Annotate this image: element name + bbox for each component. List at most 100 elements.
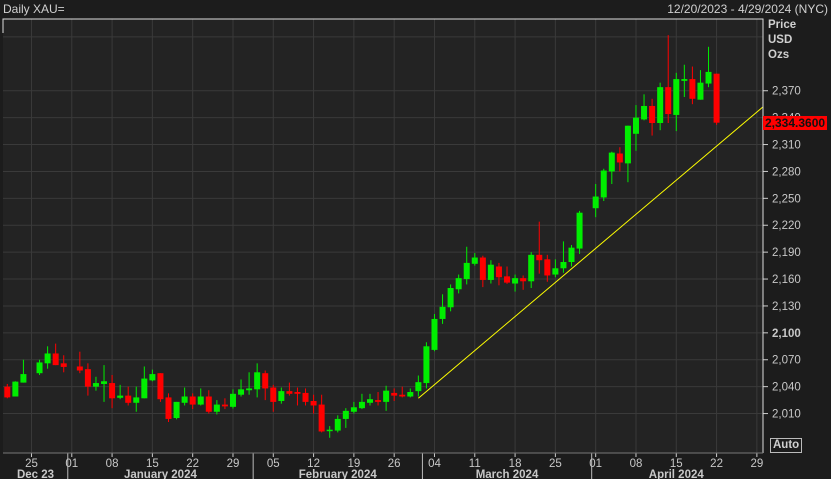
- candle-body: [52, 353, 59, 366]
- candle-body: [20, 374, 27, 383]
- candle-body: [415, 382, 422, 392]
- candle-body: [197, 396, 204, 405]
- candle-body: [36, 362, 43, 374]
- candle-body: [544, 259, 551, 276]
- candle-body: [536, 254, 543, 261]
- candle-body: [391, 392, 398, 396]
- candle-body: [504, 276, 511, 283]
- candle-body: [616, 153, 623, 163]
- candle-body: [358, 401, 365, 409]
- candle-body: [479, 257, 486, 280]
- month-label: March 2024: [476, 469, 539, 479]
- candle-body: [641, 105, 648, 120]
- candle-body: [101, 381, 108, 384]
- x-tick-label: 29: [227, 458, 240, 470]
- unit-label-currency: USD: [768, 34, 793, 46]
- candle-body: [109, 383, 116, 399]
- candle-body: [254, 372, 261, 390]
- x-tick-label: 08: [106, 458, 119, 470]
- candle-body: [528, 254, 535, 282]
- y-tick-label: 2,070: [772, 355, 801, 367]
- candle-body: [334, 418, 341, 431]
- candle-body: [632, 117, 639, 134]
- candle-body: [12, 381, 19, 397]
- candle-body: [318, 404, 325, 432]
- candle-body: [713, 73, 720, 123]
- y-tick-label: 2,100: [772, 328, 801, 340]
- candle-body: [189, 396, 196, 405]
- candlestick-chart[interactable]: 2,010 2,040 2,070 2,100 2,130 2,160 2,190 2,220…: [0, 0, 831, 479]
- candle-body: [4, 386, 11, 398]
- candle-body: [673, 79, 680, 115]
- candle-body: [149, 374, 156, 381]
- auto-scale-button[interactable]: Auto: [770, 438, 803, 453]
- candle-body: [367, 399, 373, 403]
- candle-body: [471, 257, 478, 264]
- candle-body: [560, 262, 567, 269]
- candle-body: [213, 404, 220, 412]
- y-tick-label: 2,130: [772, 301, 801, 313]
- candle-body: [681, 79, 688, 81]
- candle-body: [229, 393, 236, 407]
- candle-body: [286, 391, 293, 394]
- candle-body: [657, 87, 664, 124]
- candle[interactable]: [713, 73, 720, 125]
- month-label: February 2024: [299, 469, 378, 479]
- candle[interactable]: [423, 342, 430, 389]
- candle-body: [350, 407, 357, 412]
- candle[interactable]: [173, 401, 180, 420]
- candle-body: [221, 404, 228, 407]
- candle[interactable]: [431, 314, 438, 352]
- candle-body: [173, 401, 180, 419]
- candle[interactable]: [165, 393, 172, 422]
- candle-body: [447, 288, 454, 308]
- candle-body: [238, 389, 245, 395]
- candle-body: [697, 82, 704, 100]
- candle-body: [181, 396, 188, 403]
- candle[interactable]: [447, 284, 454, 312]
- candle-body: [568, 247, 575, 263]
- x-tick-label: 22: [710, 458, 723, 470]
- candle[interactable]: [157, 373, 164, 402]
- x-tick-label: 04: [428, 458, 441, 470]
- candle-body: [624, 125, 631, 164]
- candle-body: [665, 87, 672, 115]
- candle-body: [310, 400, 317, 406]
- candle-body: [592, 196, 599, 209]
- month-label: April 2024: [649, 469, 705, 479]
- candle-body: [649, 105, 656, 124]
- candle-body: [463, 262, 470, 280]
- candle-body: [407, 392, 414, 397]
- x-axis: 25 01 08 15 22 29 05 12 19 26 04 11 18 25 01 08 15 22 29De…: [17, 453, 763, 479]
- y-tick-label: 2,010: [772, 409, 801, 421]
- candle[interactable]: [12, 381, 19, 397]
- x-tick-label: 08: [630, 458, 643, 470]
- candle-body: [512, 278, 519, 284]
- candle[interactable]: [576, 210, 583, 254]
- y-tick-label: 2,250: [772, 193, 801, 205]
- candle[interactable]: [600, 168, 607, 202]
- y-tick-label: 2,280: [772, 166, 801, 178]
- y-tick-label: 2,370: [772, 86, 801, 98]
- candle-body: [84, 369, 91, 387]
- candle-body: [76, 366, 83, 371]
- month-label: Dec 23: [17, 469, 54, 479]
- candle-body: [60, 363, 67, 367]
- y-tick-label: 2,160: [772, 274, 801, 286]
- candle-body: [431, 318, 438, 350]
- y-axis: 2,010 2,040 2,070 2,100 2,130 2,160 2,190 2,220…: [763, 86, 801, 421]
- candle-body: [92, 383, 99, 387]
- unit-label-price: Price: [768, 19, 797, 31]
- candle-body: [262, 373, 269, 389]
- month-label: January 2024: [124, 469, 197, 479]
- y-tick-label: 2,040: [772, 382, 801, 394]
- candle-body: [375, 400, 382, 402]
- candle-body: [141, 378, 148, 399]
- candle-body: [705, 71, 712, 84]
- candle-body: [495, 266, 502, 278]
- candle-body: [326, 429, 333, 432]
- x-tick-label: 26: [388, 458, 401, 470]
- candle-body: [399, 394, 406, 397]
- candle-body: [44, 353, 51, 364]
- candle-body: [342, 410, 349, 419]
